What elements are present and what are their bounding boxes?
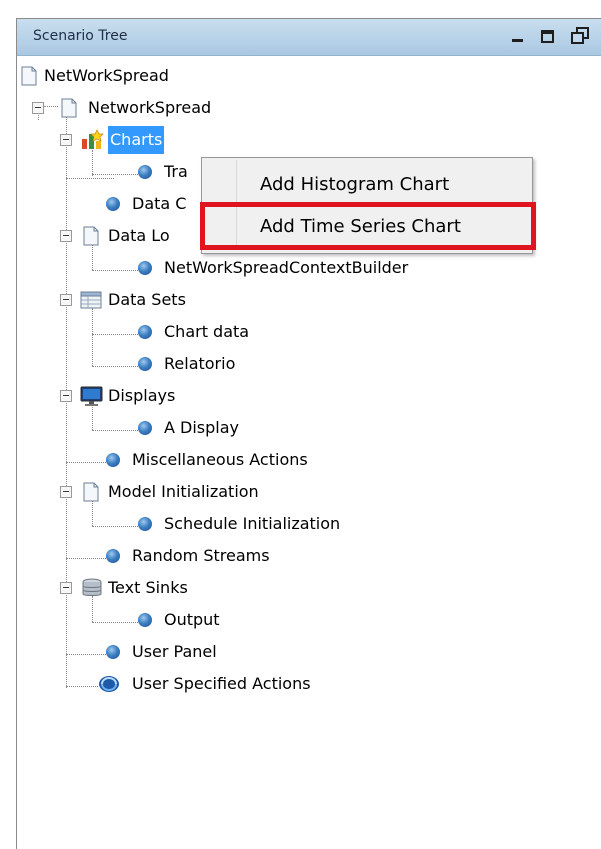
tree-item-data-sets[interactable]: Data Sets <box>58 286 258 314</box>
tree-item-label: NetWorkSpreadContextBuilder <box>164 258 409 277</box>
monitor-icon <box>80 386 103 406</box>
panel-titlebar: Scenario Tree <box>17 19 601 56</box>
restore-icon[interactable] <box>569 25 591 47</box>
charts-icon <box>82 129 104 149</box>
node-icon <box>138 613 152 627</box>
tree-item-label: NetWorkSpread <box>44 66 169 85</box>
document-icon <box>61 98 77 118</box>
node-icon <box>106 197 120 211</box>
collapse-toggle[interactable] <box>60 582 72 594</box>
collapse-toggle[interactable] <box>60 134 72 146</box>
tree-connector <box>92 308 93 366</box>
collapse-toggle[interactable] <box>60 390 72 402</box>
tree-item-label: Schedule Initialization <box>164 514 341 533</box>
tree-connector <box>66 178 114 179</box>
panel-title: Scenario Tree <box>33 28 128 44</box>
tree-item-label: Tra <box>164 162 188 181</box>
database-icon <box>82 578 102 596</box>
tree-item-label: NetworkSpread <box>88 98 212 117</box>
document-icon <box>83 226 99 246</box>
menu-item-label: Add Histogram Chart <box>260 174 450 195</box>
tree-item-charts[interactable]: Charts <box>58 126 258 154</box>
node-icon <box>138 421 152 435</box>
node-icon <box>138 517 152 531</box>
tree-item-displays[interactable]: Displays <box>58 382 258 410</box>
node-icon <box>138 165 152 179</box>
tree-item-data-lo[interactable]: Data Lo <box>58 222 208 250</box>
collapse-toggle[interactable] <box>60 230 72 242</box>
tree-item-label: Output <box>164 610 220 629</box>
document-icon <box>83 482 99 502</box>
tree-item-user-panel[interactable]: User Panel <box>106 638 306 666</box>
menu-item-add-histogram-chart[interactable]: Add Histogram Chart <box>238 168 528 202</box>
node-icon <box>138 325 152 339</box>
data-sets-icon <box>80 291 102 309</box>
tree-item-label: Chart data <box>164 322 250 341</box>
tree-item-text-sinks[interactable]: Text Sinks <box>58 574 258 602</box>
tree-item-label: Data C <box>132 194 187 213</box>
tree-item-data-c[interactable]: Data C <box>106 190 206 218</box>
tree-connector <box>92 366 138 367</box>
tree-item-label: Relatorio <box>164 354 236 373</box>
tree-item-label: A Display <box>164 418 240 437</box>
tree-item-label: Displays <box>108 386 176 405</box>
tree-connector <box>66 686 98 687</box>
tree-item-schedule-initialization[interactable]: Schedule Initialization <box>138 510 438 538</box>
tree-connector <box>92 526 138 527</box>
tree-item-random-streams[interactable]: Random Streams <box>106 542 406 570</box>
tree-item-context-builder[interactable]: NetWorkSpreadContextBuilder <box>138 254 498 282</box>
tree-item-user-specified-actions[interactable]: User Specified Actions <box>98 670 398 698</box>
tree-item-label: Charts <box>108 126 165 154</box>
tree-item-label: User Panel <box>132 642 217 661</box>
tree-item-a-display[interactable]: A Display <box>138 414 338 442</box>
tree-item-networkspread[interactable]: NetworkSpread <box>28 94 348 122</box>
tree-item-label: Miscellaneous Actions <box>132 450 308 469</box>
tree-item-root[interactable]: NetWorkSpread <box>20 62 320 90</box>
collapse-toggle[interactable] <box>60 294 72 306</box>
tree-connector <box>92 334 138 335</box>
maximize-icon[interactable] <box>537 25 559 47</box>
tree-item-label: Text Sinks <box>108 578 188 597</box>
tree-item-label: Data Sets <box>108 290 186 309</box>
tree-item-output[interactable]: Output <box>138 606 338 634</box>
tree-item-relatorio[interactable]: Relatorio <box>138 350 338 378</box>
node-icon <box>106 645 120 659</box>
node-icon <box>106 549 120 563</box>
highlight-annotation <box>200 202 536 250</box>
tree-connector <box>66 462 106 463</box>
tree-connector <box>92 174 138 175</box>
document-icon <box>21 66 37 86</box>
tree-item-chart-data[interactable]: Chart data <box>138 318 338 346</box>
tree-connector <box>66 558 106 559</box>
tree-item-label: Model Initialization <box>108 482 259 501</box>
tree-connector <box>66 654 106 655</box>
collapse-toggle[interactable] <box>32 102 44 114</box>
node-icon <box>138 261 152 275</box>
tree-item-model-initialization[interactable]: Model Initialization <box>58 478 358 506</box>
minimize-icon[interactable] <box>507 25 529 47</box>
tree-item-miscellaneous-actions[interactable]: Miscellaneous Actions <box>106 446 406 474</box>
tree-connector <box>92 622 138 623</box>
tree-connector <box>92 430 138 431</box>
tree-item-label: Random Streams <box>132 546 270 565</box>
actions-icon <box>99 676 119 692</box>
tree-connector <box>92 270 138 271</box>
node-icon <box>138 357 152 371</box>
tree-item-label: Data Lo <box>108 226 170 245</box>
tree-item-label: User Specified Actions <box>132 674 311 693</box>
node-icon <box>106 453 120 467</box>
collapse-toggle[interactable] <box>60 486 72 498</box>
